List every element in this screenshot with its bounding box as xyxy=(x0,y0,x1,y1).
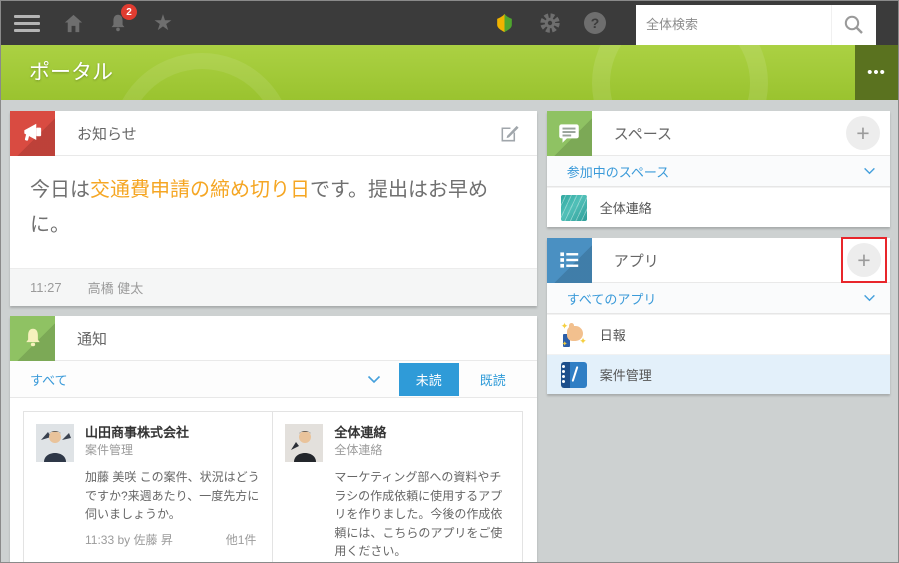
red-highlight-annotation: + xyxy=(841,237,887,283)
app-item-nippo[interactable]: ✦ ✦ ✦ 日報 xyxy=(546,314,890,354)
notification-card[interactable]: 山田商事株式会社 案件管理 加藤 美咲 この案件、状況はどうですか?来週あたり、… xyxy=(23,411,274,562)
announcement-text: 今日は交通費申請の締め切り日です。提出はお早めに。 xyxy=(30,179,488,236)
card-body: 加藤 美咲 この案件、状況はどうですか?来週あたり、一度先方に伺いましょうか。 xyxy=(85,469,260,522)
app-label: 案件管理 xyxy=(599,368,652,383)
highlighted-text: 交通費申請の締め切り日 xyxy=(90,179,310,201)
add-app-button[interactable]: + xyxy=(847,243,881,277)
notifications-filter-row: すべて 未読 既読 xyxy=(10,361,537,398)
card-subtitle: 案件管理 xyxy=(85,443,134,458)
app-item-anken-kanri[interactable]: 案件管理 xyxy=(546,354,890,394)
space-label: 全体連絡 xyxy=(599,201,652,216)
app-list-icon xyxy=(546,237,592,283)
space-item-zentai-renraku[interactable]: 全体連絡 xyxy=(546,187,890,227)
settings-gear-icon[interactable] xyxy=(538,11,562,35)
all-apps-link[interactable]: すべてのアプリ xyxy=(567,289,657,308)
kintone-portal-page: 2 ★ ? 全体検索 ポータル ••• お知らせ 今日は交通費申請の締め切り日で… xyxy=(0,0,899,563)
add-space-button[interactable]: + xyxy=(846,116,880,150)
card-time: 11:33 by 佐藤 昇 xyxy=(85,532,173,547)
search-input[interactable] xyxy=(636,4,831,45)
announcement-author: 高橋 健太 xyxy=(87,281,144,296)
help-icon[interactable]: ? xyxy=(584,12,606,34)
portal-content: お知らせ 今日は交通費申請の締め切り日です。提出はお早めに。 11:27 高橋 … xyxy=(1,100,898,562)
announcement-widget: お知らせ 今日は交通費申請の締め切り日です。提出はお早めに。 11:27 高橋 … xyxy=(10,110,537,306)
read-tab[interactable]: 既読 xyxy=(463,363,523,396)
hamburger-menu-icon[interactable] xyxy=(14,14,40,32)
unread-tab[interactable]: 未読 xyxy=(398,362,459,396)
home-icon[interactable] xyxy=(61,11,85,35)
spaces-title: スペース xyxy=(613,125,672,143)
avatar xyxy=(36,424,74,462)
apps-title: アプリ xyxy=(613,252,659,270)
global-search xyxy=(636,4,876,45)
app-label: 日報 xyxy=(599,328,626,343)
megaphone-icon xyxy=(10,110,55,156)
announcement-title: お知らせ xyxy=(77,125,137,143)
apps-filter-row: すべてのアプリ xyxy=(546,283,890,314)
notifications-widget: 通知 すべて 未読 既読 山田商事株式会社 案件管理 加藤 美咲 この案件、状況… xyxy=(10,315,537,562)
favorites-star-icon[interactable]: ★ xyxy=(151,11,175,35)
chevron-down-icon[interactable] xyxy=(863,294,876,302)
apps-widget: アプリ + すべてのアプリ ✦ ✦ ✦ 日報 案件管理 xyxy=(546,237,890,394)
announcement-footer: 11:27 高橋 健太 xyxy=(10,268,537,306)
chevron-down-icon[interactable] xyxy=(367,375,381,384)
card-body: マーケティング部への資料やチラシの作成依頼に使用するアプリを作りました。今後の作… xyxy=(334,469,503,559)
card-extra-count: 他1件 xyxy=(225,532,257,547)
notification-cards: 山田商事株式会社 案件管理 加藤 美咲 この案件、状況はどうですか?来週あたり、… xyxy=(10,398,537,562)
portal-header: ポータル ••• xyxy=(1,45,898,100)
notifications-title: 通知 xyxy=(77,330,108,348)
portal-more-button[interactable]: ••• xyxy=(855,45,898,100)
notification-card[interactable]: 全体連絡 全体連絡 マーケティング部への資料やチラシの作成依頼に使用するアプリを… xyxy=(272,411,523,562)
app-icon-nippo: ✦ ✦ ✦ xyxy=(560,320,587,348)
search-button[interactable] xyxy=(831,4,876,45)
page-title: ポータル xyxy=(29,61,113,84)
beginner-guide-icon[interactable] xyxy=(492,11,516,35)
chevron-down-icon[interactable] xyxy=(863,167,876,175)
app-icon-anken-kanri xyxy=(560,361,587,388)
top-bar: 2 ★ ? xyxy=(1,1,898,45)
avatar xyxy=(285,424,324,462)
notification-badge: 2 xyxy=(121,4,137,20)
card-subtitle: 全体連絡 xyxy=(334,443,383,458)
space-thumbnail xyxy=(560,194,587,221)
card-title: 全体連絡 xyxy=(334,425,387,440)
bell-icon xyxy=(10,315,55,361)
filter-all-link[interactable]: すべて xyxy=(30,370,68,389)
speech-bubble-icon xyxy=(546,110,592,156)
announcement-time: 11:27 xyxy=(30,280,62,295)
joined-spaces-link[interactable]: 参加中のスペース xyxy=(567,162,669,181)
spaces-filter-row: 参加中のスペース xyxy=(546,156,890,187)
card-title: 山田商事株式会社 xyxy=(85,425,190,440)
spaces-widget: スペース + 参加中のスペース 全体連絡 xyxy=(546,110,890,227)
edit-announcement-icon[interactable] xyxy=(498,122,521,145)
notifications-bell-icon[interactable]: 2 xyxy=(106,4,137,35)
